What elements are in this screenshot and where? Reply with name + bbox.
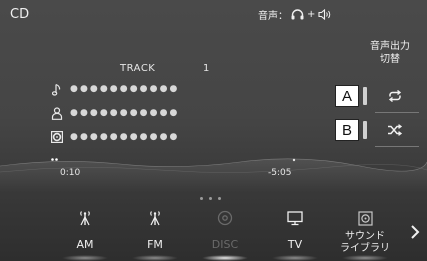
elapsed-time: 0:10 [60,168,81,178]
source-tab-bar: AM FM DISC TV サウンド ライブラリ [50,205,400,261]
cd-audio-screen: CD 音声： + 音声出力 切替 TRACK 1 ●●●●●●●●●●● ●●●… [0,0,427,261]
shuffle-indicator [363,121,367,139]
tab-glow [62,255,108,261]
antenna-icon [149,210,161,230]
repeat-indicator [363,87,367,105]
callout-b: B [335,119,359,141]
antenna-icon [79,210,91,230]
track-label: TRACK [120,63,156,74]
voice-output-indicator: 音声： + [258,7,332,22]
album-text: ●●●●●●●●●●● [70,132,180,142]
audio-output-label-line1: 音声出力 [370,41,410,52]
page-dot [200,197,203,200]
tab-am-label: AM [76,238,94,251]
tab-glow [272,255,318,261]
voice-label: 音声： [258,11,288,22]
headphones-icon [291,9,304,20]
tab-am[interactable]: AM [50,205,120,261]
repeat-icon [387,87,403,106]
source-title: CD [10,7,30,22]
tv-icon [287,210,303,230]
music-note-icon [50,82,64,96]
sound-library-icon [357,210,373,230]
track-number: 1 [203,63,210,74]
tab-sound-library-label: サウンド ライブラリ [330,231,400,255]
artist-text: ●●●●●●●●●●● [70,108,180,118]
control-divider [375,112,419,113]
plus-sign: + [307,9,316,20]
disc-icon [217,210,233,230]
tab-glow [132,255,178,261]
tab-tv[interactable]: TV [260,205,330,261]
song-title-text: ●●●●●●●●●●● [70,84,180,94]
disc-icon [50,130,64,144]
shuffle-icon [387,121,403,140]
shuffle-button[interactable] [372,118,418,142]
tab-glow [342,255,388,261]
tab-sound-library-label-line2: ライブラリ [340,243,390,254]
tab-sound-library-label-line1: サウンド [345,231,385,242]
tab-sound-library[interactable]: サウンド ライブラリ [330,205,400,261]
page-indicator [200,197,221,200]
audio-output-switch-button[interactable]: 音声出力 切替 [362,40,418,66]
album-row: ●●●●●●●●●●● [50,130,179,144]
tab-fm[interactable]: FM [120,205,190,261]
speaker-icon [318,9,332,20]
tab-disc[interactable]: DISC [190,205,260,261]
repeat-button[interactable] [372,84,418,108]
tab-disc-label: DISC [211,238,239,251]
song-title-row: ●●●●●●●●●●● [50,82,179,96]
progress-indicator [51,158,58,161]
chevron-right-icon[interactable] [408,224,422,240]
tab-fm-label: FM [147,238,163,251]
tab-glow [202,255,248,261]
callout-a: A [335,85,359,107]
control-divider [375,146,419,147]
tab-tv-label: TV [287,238,303,251]
page-dot [209,197,212,200]
audio-output-label-line2: 切替 [380,54,400,65]
remaining-time: -5:05 [268,168,292,178]
page-dot [218,197,221,200]
artist-row: ●●●●●●●●●●● [50,106,179,120]
artist-icon [50,106,64,120]
